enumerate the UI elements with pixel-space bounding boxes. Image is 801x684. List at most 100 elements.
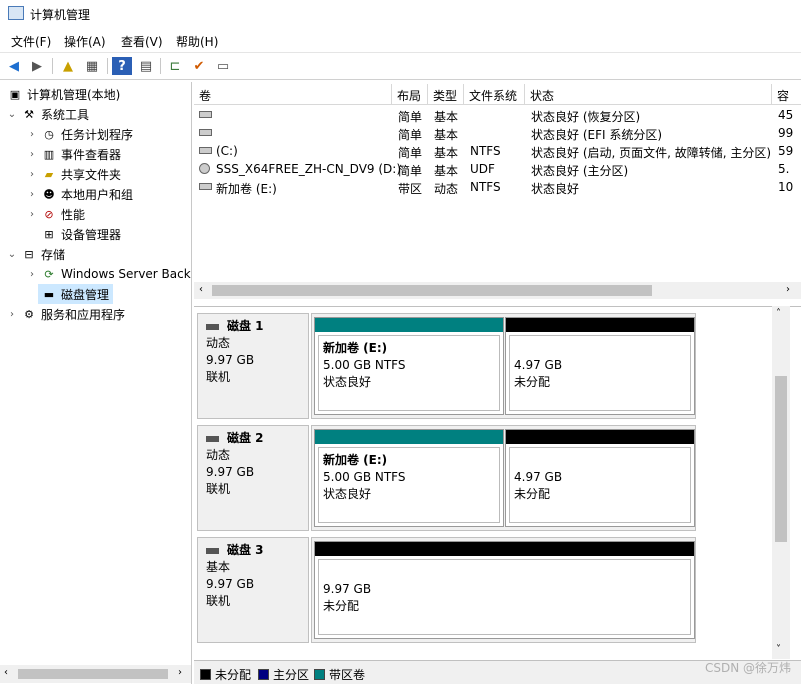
partition-size: 9.97 GB — [323, 582, 372, 596]
volume-icon — [199, 111, 212, 118]
disk-view-vertical-scrollbar[interactable]: ˄ ˅ — [772, 306, 790, 659]
tree-item-performance[interactable]: › ⊘ 性能 — [26, 204, 85, 224]
column-capacity[interactable]: 容 — [772, 84, 801, 105]
cell-fs: UDF — [470, 162, 495, 176]
disk-size: 9.97 GB — [206, 465, 255, 479]
chevron-down-icon[interactable]: ⌄ — [6, 109, 18, 120]
disk-label[interactable]: 磁盘 1 动态 9.97 GB 联机 — [197, 313, 309, 419]
column-layout[interactable]: 布局 — [392, 84, 428, 105]
chevron-right-icon[interactable]: › — [26, 149, 38, 160]
volume-row[interactable]: 简单 基本 状态良好 (恢复分区) 45 — [194, 106, 801, 124]
scroll-down-icon[interactable]: ˅ — [776, 644, 781, 655]
scroll-thumb[interactable] — [212, 285, 652, 296]
volume-icon — [199, 183, 212, 190]
chevron-right-icon[interactable]: › — [26, 209, 38, 220]
volume-icon — [199, 129, 212, 136]
tree-item-task-scheduler[interactable]: › ◷ 任务计划程序 — [26, 124, 133, 144]
toolbar-separator — [107, 58, 108, 74]
chevron-down-icon[interactable]: ⌄ — [6, 249, 18, 260]
show-hide-tree-icon[interactable]: ▦ — [82, 57, 102, 75]
scroll-right-icon[interactable]: › — [786, 284, 790, 295]
volume-list-header: 卷 布局 类型 文件系统 状态 容 — [194, 84, 801, 105]
tree-item-services-apps[interactable]: › ⚙ 服务和应用程序 — [6, 304, 125, 324]
connect-drive-icon[interactable]: ⊏ — [165, 57, 185, 75]
column-status[interactable]: 状态 — [525, 84, 772, 105]
tree-item-storage[interactable]: ⌄ ⊟ 存储 — [6, 244, 65, 264]
partition-color-bar — [506, 430, 694, 444]
checklist-icon[interactable]: ✔ — [189, 57, 209, 75]
storage-icon: ⊟ — [24, 247, 34, 261]
cell-status: 状态良好 (启动, 页面文件, 故障转储, 主分区) — [531, 146, 772, 160]
scroll-left-icon[interactable]: ‹ — [199, 284, 203, 295]
back-icon[interactable]: ◀ — [4, 57, 24, 75]
partition-info: 4.97 GB 未分配 — [509, 335, 691, 411]
column-volume[interactable]: 卷 — [194, 84, 392, 105]
navigation-tree: ▣ 计算机管理(本地) ⌄ ⚒ 系统工具 › ◷ 任务计划程序 › ▥ 事件查看… — [0, 82, 192, 684]
chevron-right-icon[interactable]: › — [26, 129, 38, 140]
disk-icon — [206, 547, 219, 554]
partition-block[interactable]: 新加卷 (E:) 5.00 GB NTFS 状态良好 — [314, 317, 504, 415]
tree-item-computer-management[interactable]: ▣ 计算机管理(本地) — [4, 84, 121, 104]
chevron-right-icon[interactable]: › — [26, 189, 38, 200]
partition-block[interactable]: 4.97 GB 未分配 — [505, 429, 695, 527]
cell-layout: 简单 — [398, 164, 423, 178]
cell-status: 状态良好 (主分区) — [531, 164, 629, 178]
volume-row[interactable]: 简单 基本 状态良好 (EFI 系统分区) 99 — [194, 124, 801, 142]
help-icon[interactable]: ? — [112, 57, 132, 75]
tree-item-disk-management[interactable]: ▬ 磁盘管理 — [38, 284, 114, 304]
legend-label: 未分配 — [215, 668, 252, 682]
partition-status: 未分配 — [514, 375, 551, 389]
properties-icon[interactable]: ▤ — [136, 57, 156, 75]
partition-color-bar — [315, 430, 503, 444]
scroll-up-icon[interactable]: ˄ — [776, 308, 781, 319]
chevron-right-icon[interactable]: › — [6, 309, 18, 320]
tree-item-shared-folders[interactable]: › ▰ 共享文件夹 — [26, 164, 121, 184]
tree-item-windows-server-backup[interactable]: › ⟳ Windows Server Backup — [26, 264, 191, 284]
menu-file[interactable]: 文件(F) — [11, 33, 51, 50]
partition-color-bar — [315, 542, 694, 556]
disk-kind: 动态 — [206, 336, 231, 350]
partition-size: 5.00 GB NTFS — [323, 470, 406, 484]
disk-icon — [206, 323, 219, 330]
menu-action[interactable]: 操作(A) — [64, 33, 106, 50]
tools-icon: ⚒ — [24, 107, 34, 121]
tree-label: 本地用户和组 — [61, 187, 134, 202]
volume-row[interactable]: 新加卷 (E:) 带区 动态 NTFS 状态良好 10 — [194, 178, 801, 196]
up-folder-icon[interactable]: ▲ — [58, 57, 78, 75]
cell-status: 状态良好 — [531, 182, 580, 196]
cell-cap: 99 — [778, 126, 794, 140]
tree-horizontal-scrollbar[interactable]: ‹ › — [0, 665, 191, 683]
scroll-thumb[interactable] — [775, 376, 787, 542]
volume-list-horizontal-scrollbar[interactable]: ‹ › — [194, 282, 801, 299]
window-title: 计算机管理 — [30, 8, 91, 22]
chevron-right-icon[interactable]: › — [26, 269, 38, 280]
chevron-right-icon[interactable]: › — [26, 169, 38, 180]
column-filesystem[interactable]: 文件系统 — [464, 84, 525, 105]
legend-label: 主分区 — [273, 668, 310, 682]
scroll-right-icon[interactable]: › — [178, 667, 182, 678]
toolbar: ◀ ▶ ▲ ▦ ? ▤ ⊏ ✔ ▭ — [0, 52, 801, 80]
disk-label[interactable]: 磁盘 3 基本 9.97 GB 联机 — [197, 537, 309, 643]
disk-kind: 基本 — [206, 560, 231, 574]
column-type[interactable]: 类型 — [428, 84, 464, 105]
partition-title: 新加卷 (E:) — [323, 453, 388, 467]
scroll-left-icon[interactable]: ‹ — [4, 667, 8, 678]
tree-item-system-tools[interactable]: ⌄ ⚒ 系统工具 — [6, 104, 89, 124]
partition-block[interactable]: 新加卷 (E:) 5.00 GB NTFS 状态良好 — [314, 429, 504, 527]
cell-type: 基本 — [434, 146, 459, 160]
menu-view[interactable]: 查看(V) — [121, 33, 163, 50]
partition-block[interactable]: 9.97 GB 未分配 — [314, 541, 695, 639]
tree-item-event-viewer[interactable]: › ▥ 事件查看器 — [26, 144, 121, 164]
volume-row[interactable]: (C:) 简单 基本 NTFS 状态良好 (启动, 页面文件, 故障转储, 主分区) 59 — [194, 142, 801, 160]
tree-item-local-users[interactable]: › ☻ 本地用户和组 — [26, 184, 133, 204]
cell-layout: 简单 — [398, 128, 423, 142]
forward-icon[interactable]: ▶ — [27, 57, 47, 75]
disk-label[interactable]: 磁盘 2 动态 9.97 GB 联机 — [197, 425, 309, 531]
partition-block[interactable]: 4.97 GB 未分配 — [505, 317, 695, 415]
volume-row[interactable]: SSS_X64FREE_ZH-CN_DV9 (D:) 简单 基本 UDF 状态良好 (主… — [194, 160, 801, 178]
tree-item-device-manager[interactable]: ⊞ 设备管理器 — [26, 224, 121, 244]
scroll-thumb[interactable] — [18, 669, 168, 679]
partition-title — [514, 340, 690, 357]
window-icon[interactable]: ▭ — [213, 57, 233, 75]
menu-help[interactable]: 帮助(H) — [176, 33, 218, 50]
